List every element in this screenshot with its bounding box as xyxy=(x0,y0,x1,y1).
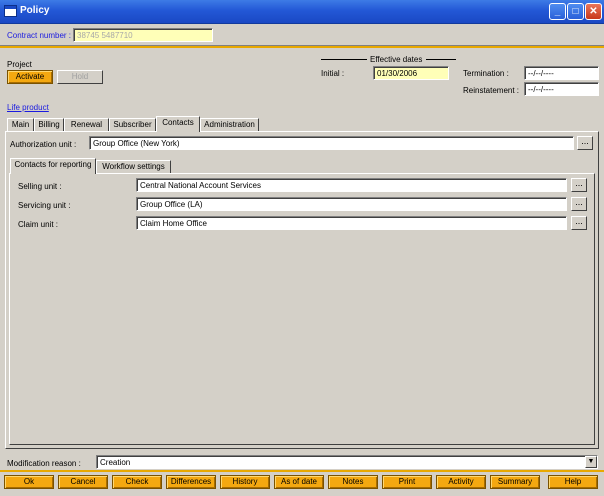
reinstatement-date-field[interactable]: --/--/---- xyxy=(524,82,599,96)
activity-button[interactable]: Activity xyxy=(436,475,486,489)
initial-date-field[interactable]: 01/30/2006 xyxy=(373,66,449,80)
activate-button[interactable]: Activate xyxy=(7,70,53,84)
authorization-unit-label: Authorization unit : xyxy=(10,140,77,149)
window-icon xyxy=(4,5,17,17)
selling-unit-field[interactable]: Central National Account Services xyxy=(136,178,567,192)
tab-main[interactable]: Main xyxy=(7,118,34,131)
minimize-button[interactable]: _ xyxy=(549,3,566,20)
claim-unit-field[interactable]: Claim Home Office xyxy=(136,216,567,230)
project-label: Project xyxy=(7,60,32,69)
reinstatement-label: Reinstatement : xyxy=(463,86,520,95)
notes-button[interactable]: Notes xyxy=(328,475,378,489)
subtab-workflow-settings[interactable]: Workflow settings xyxy=(96,160,171,173)
footer-gold-rule xyxy=(0,470,604,472)
maximize-button[interactable]: □ xyxy=(567,3,584,20)
claim-unit-browse-button[interactable]: ... xyxy=(571,216,587,230)
tab-administration[interactable]: Administration xyxy=(200,118,259,131)
life-product-link[interactable]: Life product xyxy=(7,103,49,112)
tab-renewal[interactable]: Renewal xyxy=(64,118,109,131)
close-button[interactable]: ✕ xyxy=(585,3,602,20)
chevron-down-icon[interactable]: ▼ xyxy=(585,456,597,468)
as-of-date-button[interactable]: As of date xyxy=(274,475,324,489)
title-bar[interactable]: Policy _ □ ✕ xyxy=(0,0,604,24)
effective-dates-heading: Effective dates xyxy=(370,55,423,64)
contacts-for-reporting-panel xyxy=(9,173,595,445)
help-button[interactable]: Help xyxy=(548,475,598,489)
modification-reason-select[interactable]: Creation xyxy=(96,455,598,469)
print-button[interactable]: Print xyxy=(382,475,432,489)
contract-number-field[interactable]: 38745 5487710 xyxy=(73,28,213,42)
servicing-unit-browse-button[interactable]: ... xyxy=(571,197,587,211)
check-button[interactable]: Check xyxy=(112,475,162,489)
effective-dates-rule-left xyxy=(321,59,367,60)
tab-contacts[interactable]: Contacts xyxy=(156,116,200,132)
summary-button[interactable]: Summary xyxy=(490,475,540,489)
servicing-unit-field[interactable]: Group Office (LA) xyxy=(136,197,567,211)
differences-button[interactable]: Differences xyxy=(166,475,216,489)
modification-reason-label: Modification reason : xyxy=(7,459,81,468)
selling-unit-label: Selling unit : xyxy=(18,182,62,191)
hold-button[interactable]: Hold xyxy=(57,70,103,84)
termination-label: Termination : xyxy=(463,69,509,78)
cancel-button[interactable]: Cancel xyxy=(58,475,108,489)
header-gold-rule xyxy=(0,46,604,48)
window-title: Policy xyxy=(20,5,50,16)
tab-subscriber[interactable]: Subscriber xyxy=(109,118,156,131)
history-button[interactable]: History xyxy=(220,475,270,489)
tab-billing[interactable]: Billing xyxy=(34,118,64,131)
initial-label: Initial : xyxy=(321,69,345,78)
authorization-unit-browse-button[interactable]: ... xyxy=(577,136,593,150)
servicing-unit-label: Servicing unit : xyxy=(18,201,71,210)
ok-button[interactable]: Ok xyxy=(4,475,54,489)
contract-number-label: Contract number : xyxy=(7,31,72,40)
claim-unit-label: Claim unit : xyxy=(18,220,59,229)
subtab-contacts-for-reporting[interactable]: Contacts for reporting xyxy=(10,158,96,174)
effective-dates-rule-right xyxy=(426,59,456,60)
termination-date-field[interactable]: --/--/---- xyxy=(524,66,599,80)
selling-unit-browse-button[interactable]: ... xyxy=(571,178,587,192)
authorization-unit-field[interactable]: Group Office (New York) xyxy=(89,136,574,150)
